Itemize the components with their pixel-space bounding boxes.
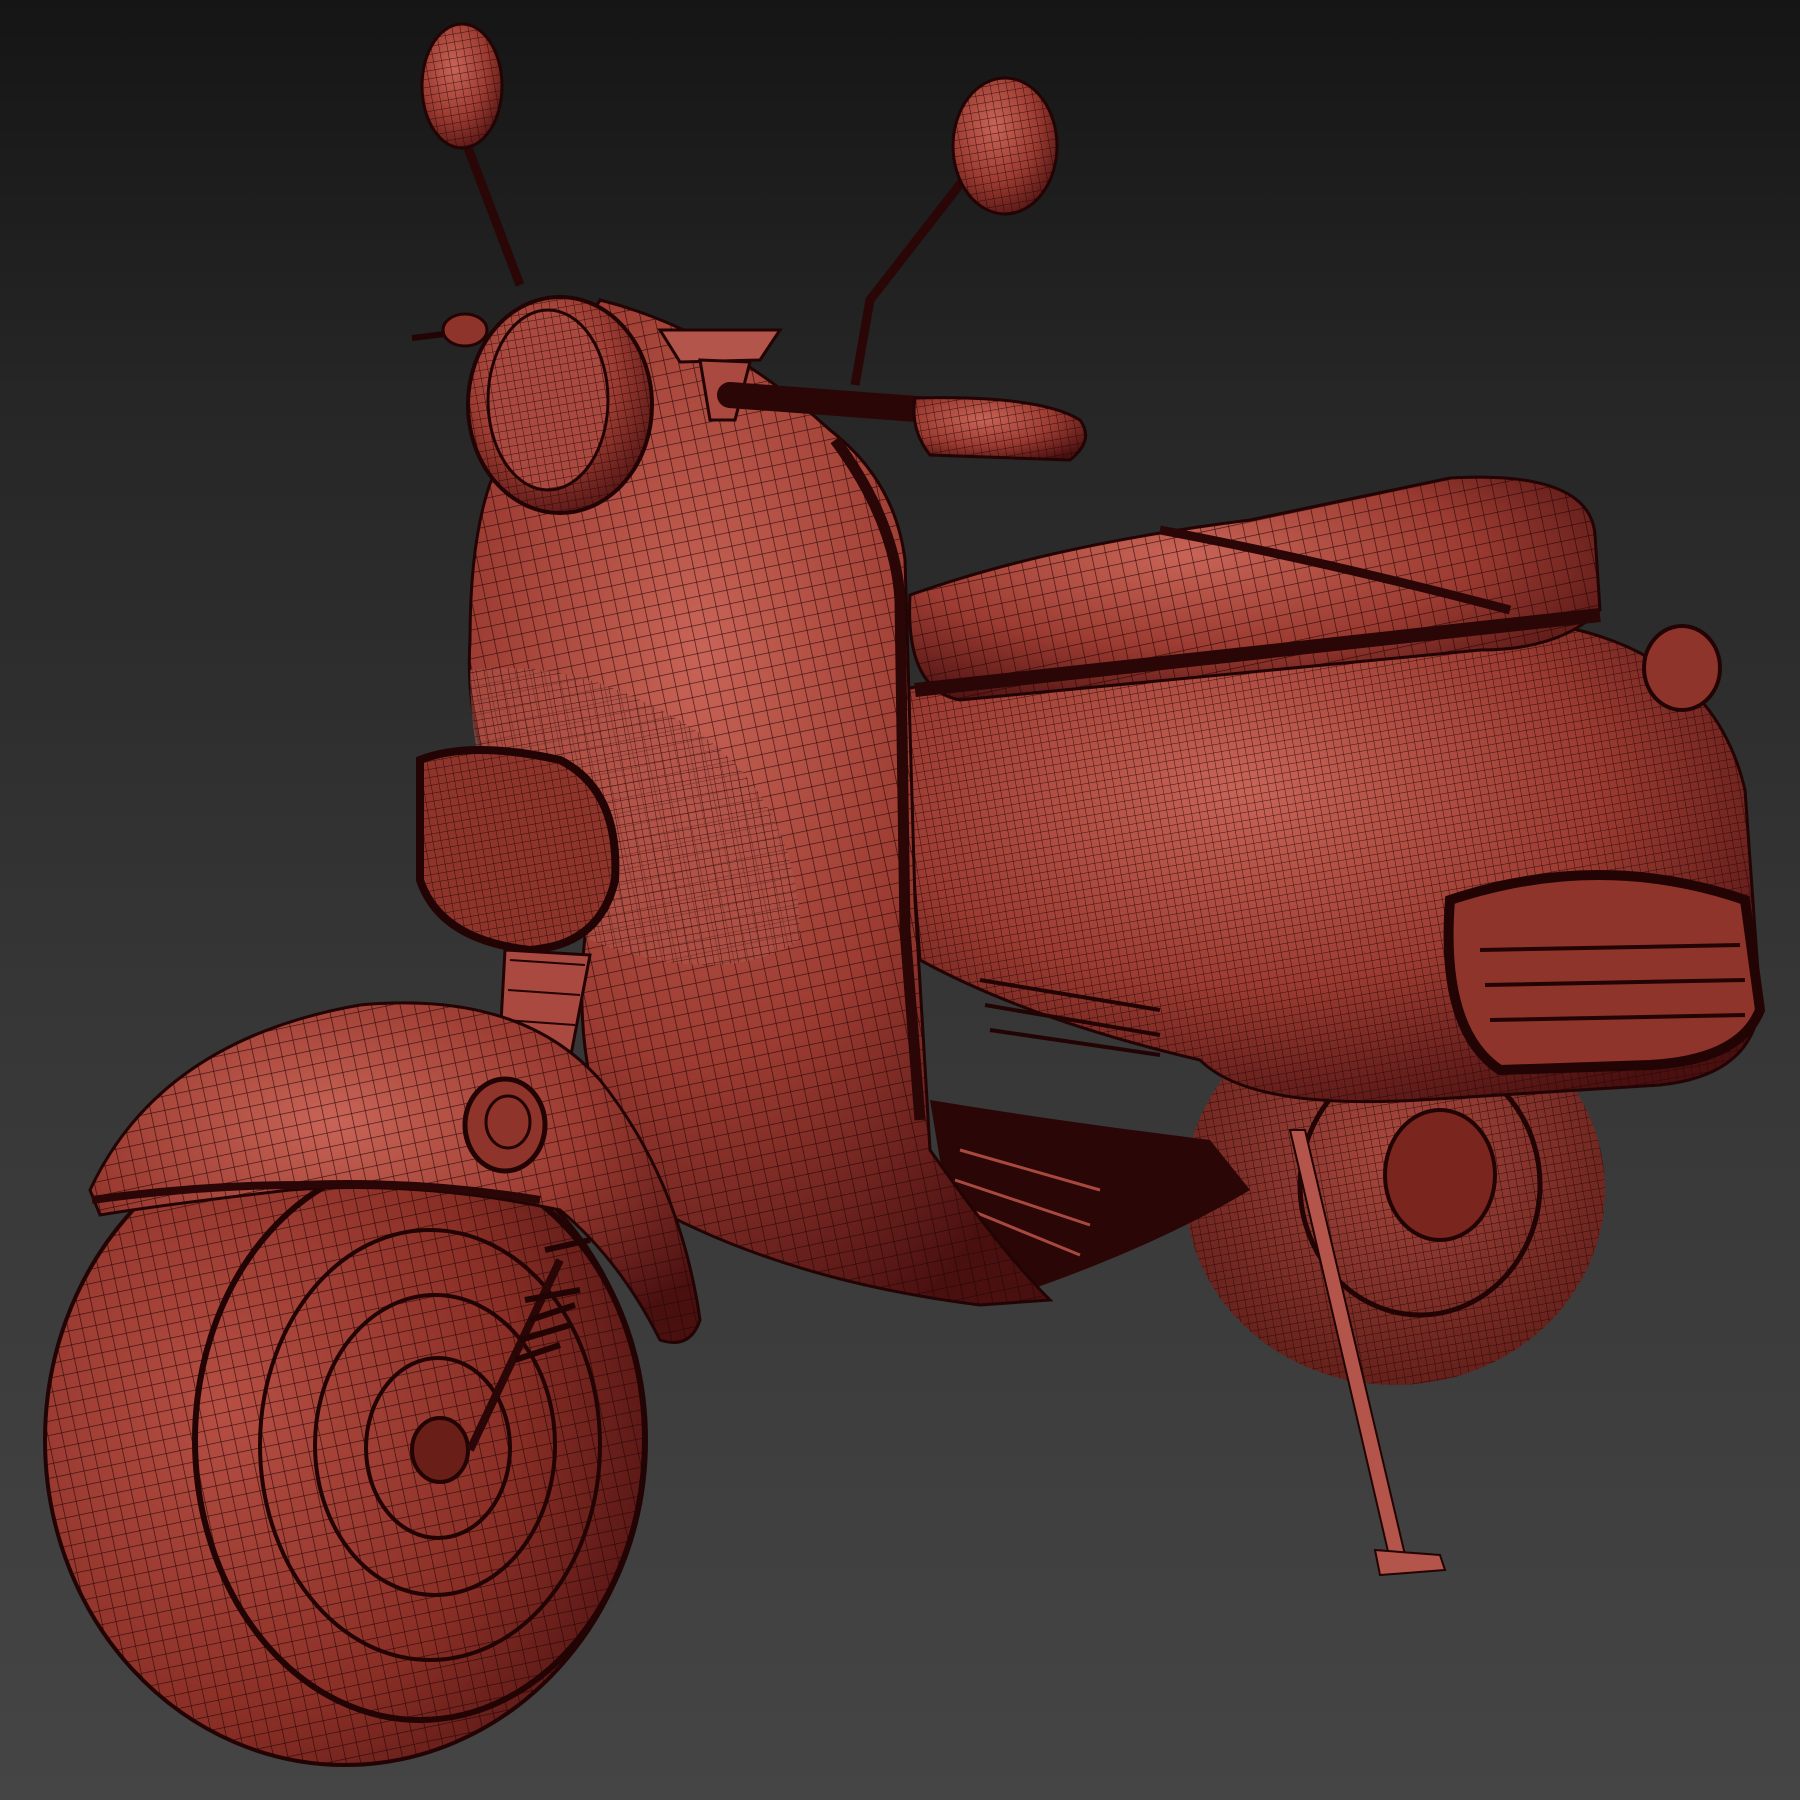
headlight[interactable] <box>411 295 654 515</box>
front-wheel[interactable] <box>43 1113 648 1767</box>
left-mirror[interactable] <box>420 22 525 287</box>
right-mirror[interactable] <box>850 76 1059 386</box>
3d-viewport[interactable] <box>0 0 1800 1800</box>
scooter-model-render[interactable] <box>0 0 1800 1800</box>
